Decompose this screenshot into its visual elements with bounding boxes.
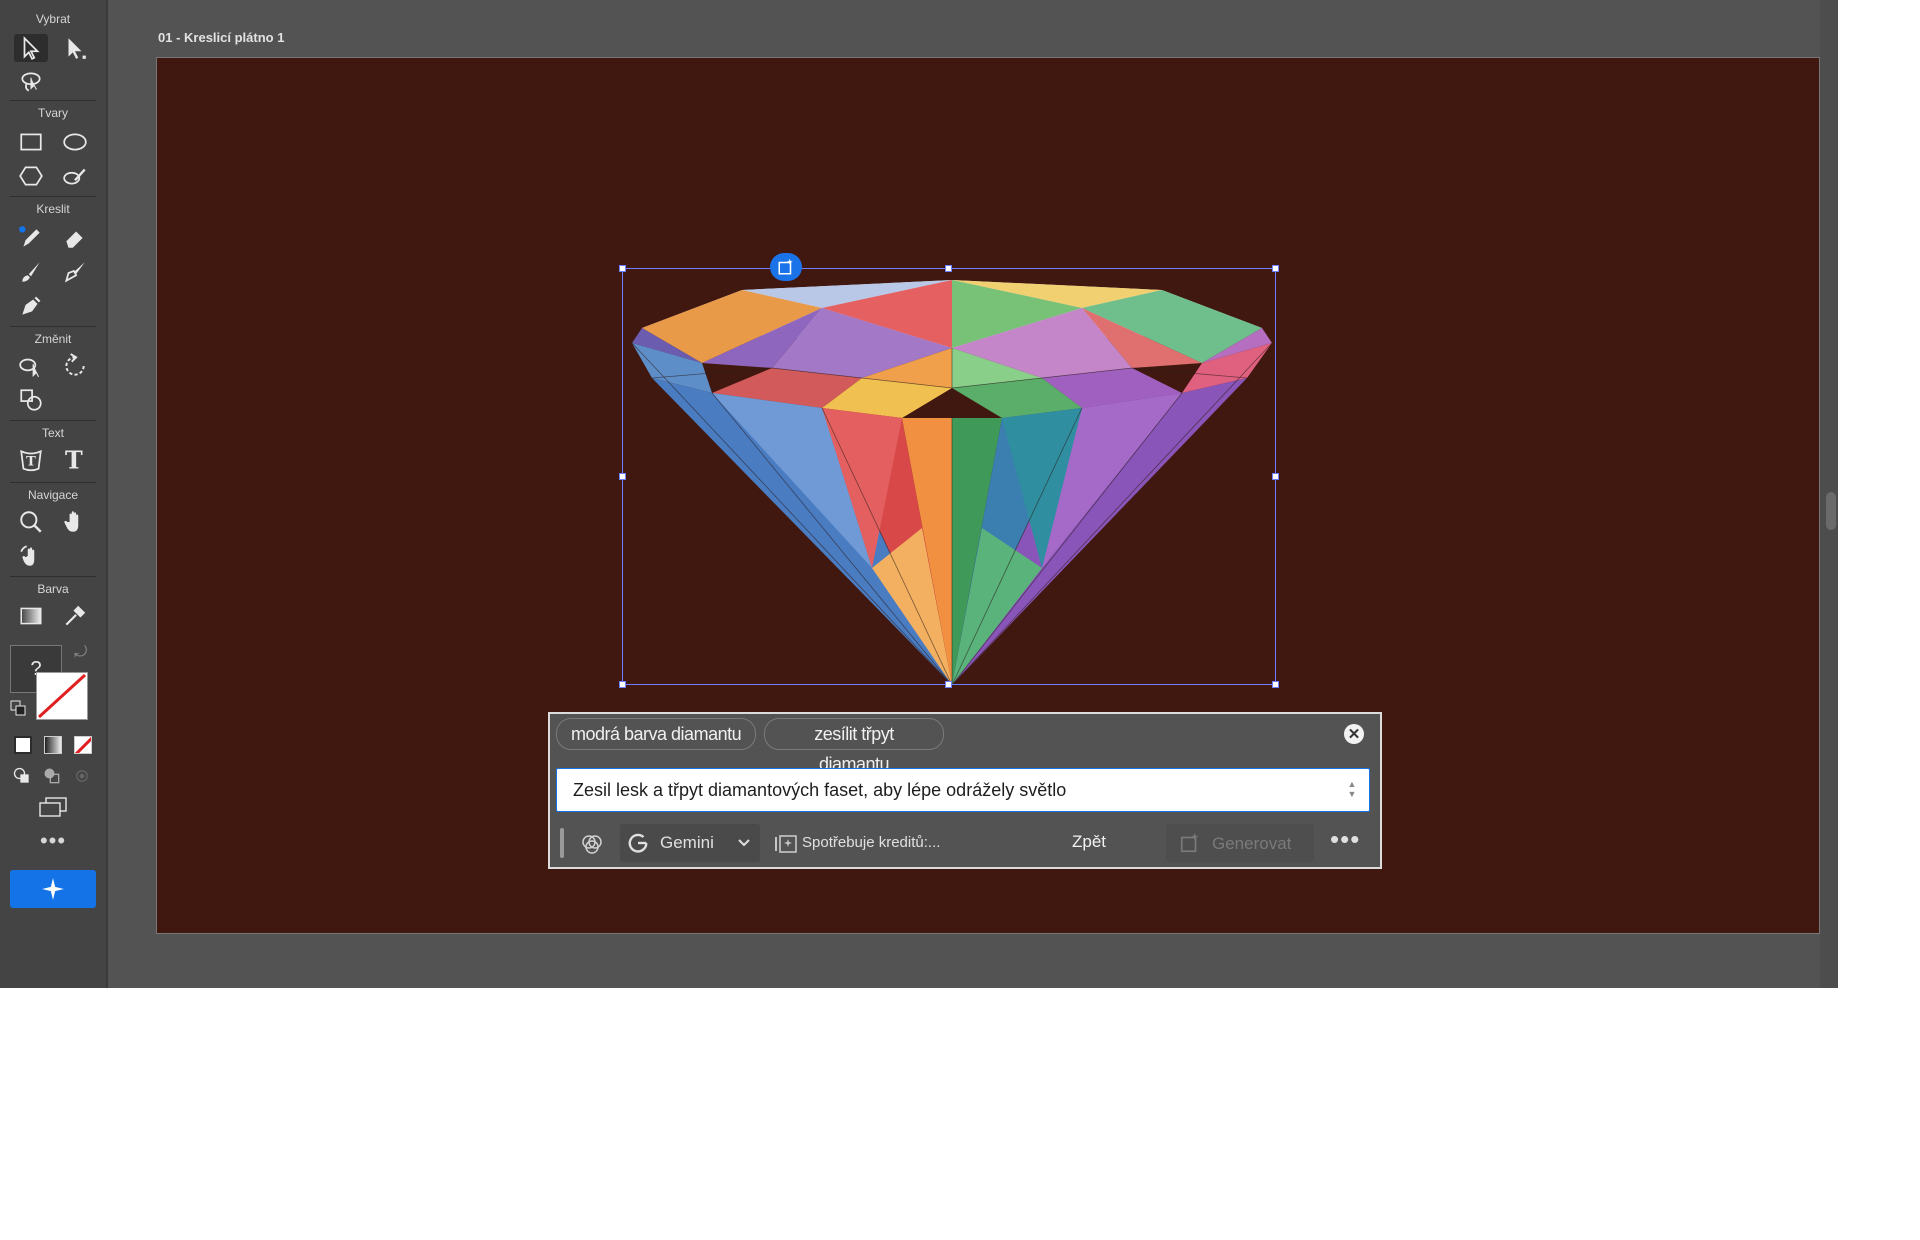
ellipse-tool-icon[interactable] [58,128,92,156]
handle-top-center[interactable] [945,265,952,272]
selection-bounding-box[interactable] [622,268,1276,685]
generate-button[interactable]: Generovat [1166,824,1314,862]
handle-bottom-center[interactable] [945,681,952,688]
none-mode-icon[interactable] [74,736,92,754]
style-reference-icon[interactable] [578,830,606,858]
prompt-stepper-icon[interactable]: ▲ ▼ [1345,779,1359,801]
shape-modes-icon[interactable] [14,386,48,414]
illustrator-window: Vybrat Tvary Kreslit Změnit Text T T Nav… [0,0,1838,988]
lasso-tool-icon[interactable] [14,68,48,96]
rotate-tool-icon[interactable] [58,352,92,380]
type-on-path-tool-icon[interactable]: T [14,446,48,474]
polygon-tool-icon[interactable] [14,162,48,190]
prompt-footer: Gemini Spotřebuje kreditů:... Zpět Gener… [550,822,1380,866]
screen-mode-icon[interactable] [34,794,72,820]
shaper-tool-icon[interactable] [58,162,92,190]
handle-top-left[interactable] [619,265,626,272]
svg-text:T: T [26,454,36,469]
group-label-navigation: Navigace [27,488,79,502]
direct-selection-tool-icon[interactable] [58,34,92,62]
color-mode-icon[interactable] [14,736,32,754]
zoom-tool-icon[interactable] [14,508,48,536]
generative-edit-badge-icon[interactable] [770,253,802,281]
more-options-icon[interactable]: ••• [1330,826,1360,852]
handle-middle-left[interactable] [619,473,626,480]
credits-label: Spotřebuje kreditů:... [802,834,941,851]
pen-tool-icon[interactable] [14,292,48,320]
suggestion-chip[interactable]: zesílit třpyt diamantu [764,718,944,774]
rectangle-tool-icon[interactable] [14,128,48,156]
group-label-text: Text [41,426,64,440]
credits-icon [772,830,800,858]
generate-label: Generovat [1212,834,1292,853]
gradient-tool-icon[interactable] [14,602,48,630]
paintbrush-tool-icon[interactable] [14,258,48,286]
google-icon [624,829,652,857]
handle-top-right[interactable] [1272,265,1279,272]
chevron-down-icon [736,834,752,855]
handle-bottom-left[interactable] [619,681,626,688]
back-button[interactable]: Zpět [1072,832,1106,852]
type-tool-icon[interactable]: T [58,446,92,474]
pencil-tool-icon[interactable] [14,224,48,252]
edit-toolbar-more-icon[interactable]: ••• [36,830,70,855]
suggestion-chip[interactable]: modrá barva diamantu [556,718,757,750]
handle-middle-right[interactable] [1272,473,1279,480]
group-label-select: Vybrat [35,12,71,26]
stroke-swatch[interactable] [36,672,88,720]
gradient-mode-icon[interactable] [44,736,62,754]
drag-handle[interactable] [560,828,564,858]
close-icon[interactable]: ✕ [1344,724,1364,744]
group-label-modify: Změnit [34,332,72,346]
shape-builder-tool-icon[interactable] [14,352,48,380]
model-picker[interactable]: Gemini [620,824,760,862]
group-label-draw: Kreslit [36,202,70,216]
group-label-color: Barva [37,582,69,596]
prompt-input[interactable]: Zesil lesk a třpyt diamantových faset, a… [556,768,1370,812]
svg-text:T: T [65,447,83,473]
generative-prompt-panel: modrá barva diamantu zesílit třpyt diama… [548,712,1382,869]
prompt-text: Zesil lesk a třpyt diamantových faset, a… [573,780,1067,800]
generative-ai-button[interactable] [10,870,96,908]
rotate-view-tool-icon[interactable] [14,542,48,570]
draw-behind-icon[interactable] [40,764,64,788]
draw-inside-icon[interactable] [70,764,94,788]
hand-tool-icon[interactable] [58,508,92,536]
selection-tool-icon[interactable] [14,34,48,62]
swap-fill-stroke-icon[interactable]: ⤾ [74,644,87,662]
draw-normal-icon[interactable] [10,764,34,788]
generate-icon [1176,829,1204,857]
scrollbar-thumb[interactable] [1826,492,1836,530]
handle-bottom-right[interactable] [1272,681,1279,688]
tools-panel: Vybrat Tvary Kreslit Změnit Text T T Nav… [0,0,108,988]
default-fill-stroke-icon[interactable] [10,700,26,716]
blob-brush-tool-icon[interactable] [58,258,92,286]
group-label-shapes: Tvary [38,106,68,120]
artboard-title: 01 - Kreslicí plátno 1 [158,30,285,45]
eraser-tool-icon[interactable] [58,224,92,252]
eyedropper-tool-icon[interactable] [58,602,92,630]
model-name: Gemini [660,833,714,852]
